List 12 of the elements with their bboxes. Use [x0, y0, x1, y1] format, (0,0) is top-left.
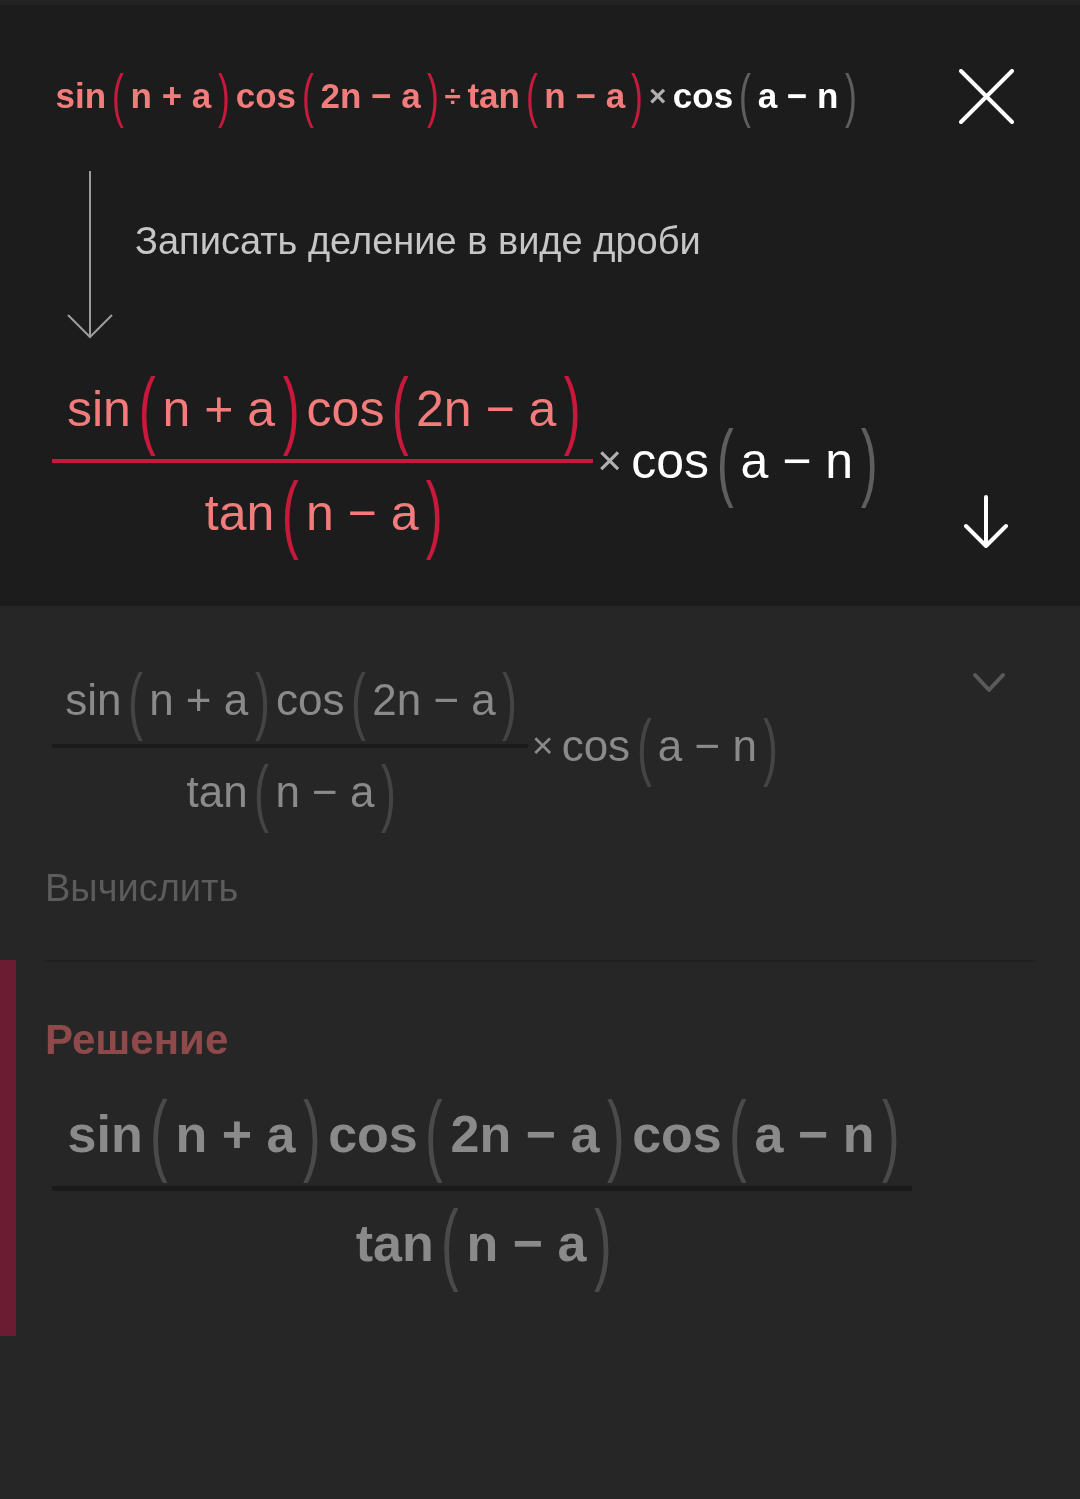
- math-expression: sin(n + a)cos(2n − a)÷ tan(n − a): [54, 61, 645, 131]
- down-arrow-icon[interactable]: [962, 494, 1010, 548]
- solution-title: Решение: [45, 1016, 229, 1065]
- fraction-numerator: sin(n + a)cos(2n − a): [66, 360, 582, 458]
- math-expression: × cos(a − n): [648, 61, 858, 131]
- close-icon[interactable]: [959, 68, 1014, 124]
- fraction-denominator: tan(n − a): [354, 1192, 613, 1295]
- step-description: Записать деление в виде дроби: [135, 219, 701, 263]
- fraction-numerator: sin(n + a)cos(2n − a)cos(a − n): [66, 1083, 901, 1186]
- fraction-denominator: tan(n − a): [203, 464, 444, 563]
- math-expression: × cos(a − n): [596, 412, 879, 511]
- down-arrow-icon: [66, 171, 114, 339]
